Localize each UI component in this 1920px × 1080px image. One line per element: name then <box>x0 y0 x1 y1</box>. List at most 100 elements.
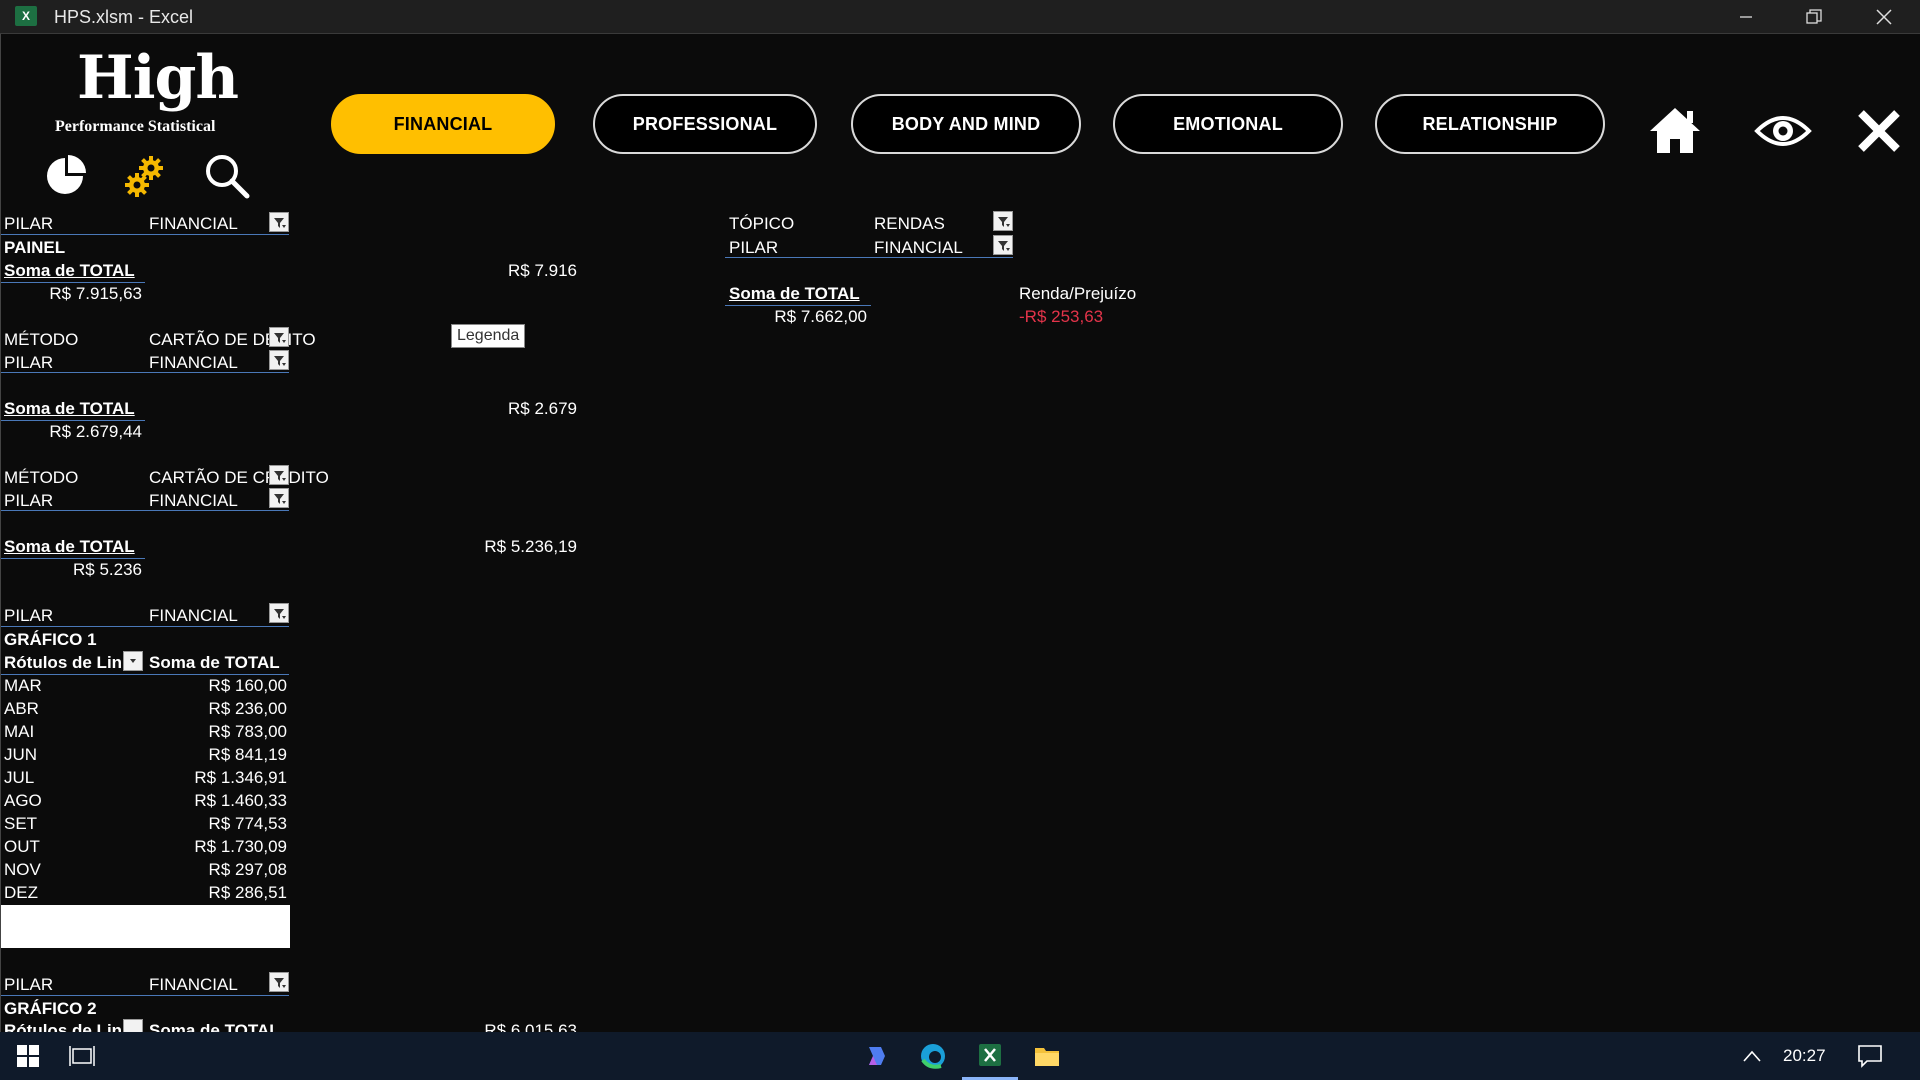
gear-icon[interactable] <box>119 150 171 202</box>
rendas-topico-value: RENDAS <box>874 214 945 233</box>
search-icon[interactable] <box>201 150 253 202</box>
table-row-month: MAI <box>4 722 35 741</box>
folder-icon <box>1035 1048 1059 1066</box>
filter-dropdown-button[interactable] <box>269 465 289 485</box>
filter-icon <box>274 356 286 366</box>
row-labels-dropdown-button[interactable] <box>123 651 143 671</box>
table-row-month: OUT <box>4 837 40 856</box>
painel-title: PAINEL <box>4 238 66 257</box>
edge-icon <box>921 1044 945 1069</box>
filter-dropdown-button[interactable] <box>993 211 1013 231</box>
tab-emotional[interactable]: EMOTIONAL <box>1113 94 1343 154</box>
eye-icon[interactable] <box>1753 102 1813 160</box>
grafico2-pilar-label: PILAR <box>4 975 54 994</box>
grafico1-pilar-value: FINANCIAL <box>149 606 238 625</box>
close-window-button[interactable] <box>1850 0 1918 34</box>
filter-dropdown-button[interactable] <box>269 972 289 992</box>
restore-button[interactable] <box>1780 0 1848 34</box>
painel-soma-label: Soma de TOTAL <box>4 261 135 280</box>
filter-dropdown-button[interactable] <box>269 488 289 508</box>
filter-dropdown-button[interactable] <box>269 350 289 370</box>
pie-chart-icon[interactable] <box>39 150 91 202</box>
field-underline <box>1 626 289 627</box>
filter-icon <box>998 241 1010 251</box>
window-title: HPS.xlsm - Excel <box>54 7 194 27</box>
copilot-taskbar-button[interactable] <box>848 1032 904 1080</box>
filter-icon <box>274 471 286 481</box>
grafico2-col-soma: Soma de TOTAL <box>149 1021 280 1032</box>
grafico1-col-soma: Soma de TOTAL <box>149 653 280 672</box>
copilot-icon <box>869 1047 885 1065</box>
excel-icon <box>979 1043 1001 1066</box>
rendas-pilar-value: FINANCIAL <box>874 238 963 257</box>
table-row-value: R$ 160,00 <box>208 676 287 695</box>
excel-taskbar-button[interactable] <box>962 1032 1018 1080</box>
credito-soma-value: R$ 5.236 <box>73 560 142 579</box>
filter-dropdown-button[interactable] <box>269 603 289 623</box>
start-button[interactable] <box>0 1032 56 1080</box>
worksheet: High Performance Statistical FINANCIAL P… <box>0 34 1920 1032</box>
grafico2-pilar-value: FINANCIAL <box>149 975 238 994</box>
tab-body-and-mind[interactable]: BODY AND MIND <box>851 94 1081 154</box>
debito-metodo-value: CARTÃO DE DÉBITO <box>149 330 316 349</box>
file-explorer-taskbar-button[interactable] <box>1019 1032 1075 1080</box>
minimize-icon <box>1740 16 1752 18</box>
credito-soma-label: Soma de TOTAL <box>4 537 135 556</box>
credito-metodo-label: MÉTODO <box>4 468 79 487</box>
title-bar: X HPS.xlsm - Excel <box>0 0 1920 34</box>
row-labels-dropdown-button[interactable] <box>123 1019 143 1032</box>
rendas-soma-label: Soma de TOTAL <box>729 284 860 303</box>
taskbar: 20:27 <box>0 1032 1920 1080</box>
taskbar-clock[interactable]: 20:27 <box>1783 1046 1826 1066</box>
grafico1-title: GRÁFICO 1 <box>4 630 97 649</box>
debito-soma-value: R$ 2.679,44 <box>49 422 142 441</box>
grafico2-title: GRÁFICO 2 <box>4 999 97 1018</box>
field-underline <box>1 372 289 373</box>
minimize-button[interactable] <box>1712 0 1780 34</box>
filter-icon <box>274 333 286 343</box>
filter-icon <box>274 609 286 619</box>
filter-icon <box>998 217 1010 227</box>
debito-pilar-label: PILAR <box>4 353 54 372</box>
table-row-month: SET <box>4 814 38 833</box>
close-icon <box>1876 9 1892 25</box>
home-icon[interactable] <box>1645 102 1705 160</box>
filter-dropdown-button[interactable] <box>269 327 289 347</box>
field-underline <box>725 257 1013 258</box>
legend-tooltip: Legenda <box>451 324 526 348</box>
notification-center-button[interactable] <box>1842 1032 1898 1080</box>
tab-relationship[interactable]: RELATIONSHIP <box>1375 94 1605 154</box>
grafico2-col-rotulos: Rótulos de Linha <box>4 1021 124 1032</box>
logo-title: High <box>77 43 239 113</box>
painel-pilar-label: PILAR <box>4 214 54 233</box>
credito-metodo-value: CARTÃO DE CRÉDITO <box>149 468 329 487</box>
edge-taskbar-button[interactable] <box>905 1032 961 1080</box>
credito-side-value: R$ 5.236,19 <box>484 537 577 556</box>
credito-pilar-value: FINANCIAL <box>149 491 238 510</box>
task-view-button[interactable] <box>54 1032 110 1080</box>
table-row-value: R$ 1.346,91 <box>194 768 287 787</box>
table-row-value: R$ 286,51 <box>208 883 287 902</box>
debito-pilar-value: FINANCIAL <box>149 353 238 372</box>
rendas-pilar-label: PILAR <box>729 238 779 257</box>
blank-cell-block <box>1 905 290 948</box>
restore-icon <box>1806 9 1822 24</box>
tab-financial[interactable]: FINANCIAL <box>331 94 555 154</box>
table-row-value: R$ 1.460,33 <box>194 791 287 810</box>
dropdown-arrow-icon <box>130 659 136 663</box>
system-tray-expand-button[interactable] <box>1724 1032 1780 1080</box>
chevron-up-icon <box>1743 1050 1761 1062</box>
tab-professional[interactable]: PROFESSIONAL <box>593 94 817 154</box>
table-row-value: R$ 297,08 <box>208 860 287 879</box>
credito-pilar-label: PILAR <box>4 491 54 510</box>
close-app-icon[interactable] <box>1849 102 1909 160</box>
windows-icon <box>17 1045 39 1067</box>
table-row-month: MAR <box>4 676 42 695</box>
table-row-month: DEZ <box>4 883 38 902</box>
filter-icon <box>274 978 286 988</box>
table-row-value: R$ 841,19 <box>208 745 287 764</box>
table-row-value: R$ 236,00 <box>208 699 287 718</box>
table-row-value: R$ 774,53 <box>208 814 287 833</box>
filter-dropdown-button[interactable] <box>269 212 289 232</box>
filter-dropdown-button[interactable] <box>993 235 1013 255</box>
